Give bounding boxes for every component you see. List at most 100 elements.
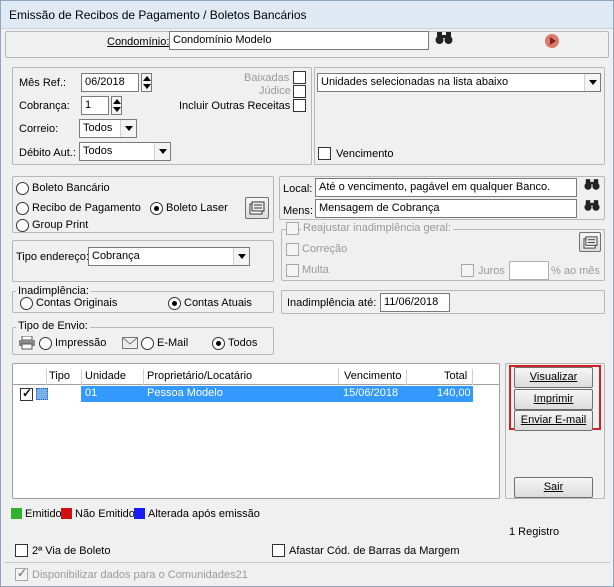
endereco-label: Tipo endereço: (16, 251, 89, 263)
mes-ref-spinner[interactable] (141, 73, 152, 92)
disponibilizar-checkbox[interactable] (15, 566, 28, 581)
grid-header: Tipo Unidade Proprietário/Locatário Venc… (13, 369, 499, 385)
segunda-via-label: 2ª Via de Boleto (32, 545, 111, 557)
local-search-button[interactable] (581, 178, 603, 198)
main-window: Emissão de Recibos de Pagamento / Boleto… (0, 0, 614, 587)
title-bar: Emissão de Recibos de Pagamento / Boleto… (1, 1, 613, 29)
impressao-radio[interactable] (39, 337, 52, 350)
cell-proprietario: Pessoa Modelo (147, 387, 223, 399)
row-checkbox[interactable] (20, 386, 33, 401)
imprimir-label: Imprimir (533, 393, 574, 405)
baixadas-label: Baixadas (244, 72, 290, 84)
imprimir-button[interactable]: Imprimir (514, 389, 593, 410)
endereco-value: Cobrança (92, 250, 140, 262)
todos-radio[interactable] (212, 337, 225, 350)
reajuste-settings-button[interactable] (579, 232, 601, 252)
local-label: Local: (283, 183, 313, 195)
afastar-label: Afastar Cód. de Barras da Margem (289, 545, 460, 557)
unidades-value: Unidades selecionadas na lista abaixo (321, 76, 509, 88)
header-tipo[interactable]: Tipo (49, 370, 70, 382)
segunda-via-checkbox[interactable] (15, 544, 28, 557)
contas-atuais-radio[interactable] (168, 297, 181, 310)
doc-settings-button[interactable] (245, 197, 269, 219)
sair-button[interactable]: Sair (514, 477, 593, 498)
table-row[interactable]: 01 Pessoa Modelo 15/06/2018 140,00 (81, 386, 473, 402)
inadimplencia-ate-label: Inadimplência até: (287, 297, 377, 309)
vencimento-label: Vencimento (336, 148, 394, 160)
debito-label: Débito Aut.: (19, 147, 76, 159)
visualizar-label: Visualizar (529, 371, 578, 383)
outras-receitas-label: Incluir Outras Receitas (179, 100, 291, 112)
recibo-pagamento-radio[interactable] (16, 202, 29, 215)
condominio-label: Condomínio: (107, 36, 170, 48)
sair-label: Sair (543, 481, 564, 493)
correio-select[interactable]: Todos (79, 119, 137, 138)
inadimplencia-ate-input[interactable]: 11/06/2018 (380, 293, 450, 312)
email-radio[interactable] (141, 337, 154, 350)
debito-select[interactable]: Todos (79, 142, 171, 161)
window-title: Emissão de Recibos de Pagamento / Boleto… (9, 8, 307, 22)
impressao-label: Impressão (55, 337, 107, 349)
mensagem-search-button[interactable] (581, 199, 603, 219)
debito-value: Todos (83, 145, 113, 157)
condominio-input[interactable]: Condomínio Modelo (169, 31, 429, 50)
printer-icon (19, 336, 35, 350)
correio-label: Correio: (19, 123, 59, 135)
email-label: E-Mail (157, 337, 189, 349)
local-input[interactable]: Até o vencimento, pagável em qualquer Ba… (315, 178, 577, 197)
cobranca-label: Cobrança: (19, 100, 70, 112)
settings-icon (249, 201, 265, 215)
header-vencimento[interactable]: Vencimento (344, 370, 401, 382)
multa-checkbox[interactable] (286, 264, 299, 277)
condominio-search-button[interactable] (433, 31, 455, 51)
boleto-bancario-radio[interactable] (16, 182, 29, 195)
reajuste-checkbox[interactable] (286, 222, 299, 235)
mensagem-input[interactable]: Mensagem de Cobrança (315, 199, 577, 218)
correcao-checkbox[interactable] (286, 243, 299, 256)
emitido-label: Emitido (25, 508, 62, 520)
judice-checkbox[interactable] (293, 85, 306, 98)
juros-label: Juros (478, 265, 505, 277)
multa-label: Multa (302, 264, 329, 276)
header-proprietario[interactable]: Proprietário/Locatário (147, 370, 252, 382)
afastar-checkbox[interactable] (272, 544, 285, 557)
recibo-pagamento-label: Recibo de Pagamento (32, 202, 141, 214)
cell-total: 140,00 (437, 387, 471, 399)
judice-label: Júdice (259, 85, 291, 97)
contas-atuais-label: Contas Atuais (184, 297, 252, 309)
mes-ref-label: Mês Ref.: (19, 77, 67, 89)
disponibilizar-label: Disponibilizar dados para o Comunidades2… (32, 569, 248, 581)
boleto-bancario-label: Boleto Bancário (32, 182, 110, 194)
enviar-email-button[interactable]: Enviar E-mail (514, 410, 593, 431)
tipo-icon (36, 388, 48, 400)
header-total[interactable]: Total (444, 370, 467, 382)
contas-originais-label: Contas Originais (36, 297, 118, 309)
header-unidade[interactable]: Unidade (85, 370, 126, 382)
endereco-select[interactable]: Cobrança (88, 247, 250, 266)
binoculars-icon (584, 200, 600, 211)
baixadas-checkbox[interactable] (293, 71, 306, 84)
boleto-laser-radio[interactable] (150, 202, 163, 215)
play-icon[interactable] (545, 34, 559, 48)
emitido-swatch (11, 508, 22, 519)
todos-label: Todos (228, 337, 258, 349)
settings-icon (583, 236, 597, 249)
juros-unit-label: % ao mês (551, 265, 600, 277)
unidades-select[interactable]: Unidades selecionadas na lista abaixo (317, 73, 601, 92)
units-grid: Tipo Unidade Proprietário/Locatário Venc… (12, 363, 500, 499)
juros-checkbox[interactable] (461, 264, 474, 277)
cobranca-spinner[interactable] (111, 96, 122, 115)
binoculars-icon (435, 32, 453, 44)
vencimento-checkbox[interactable] (318, 147, 331, 160)
group-print-radio[interactable] (16, 219, 29, 232)
cobranca-input[interactable]: 1 (81, 96, 109, 115)
juros-input[interactable] (509, 261, 549, 280)
contas-originais-radio[interactable] (20, 297, 33, 310)
nao-emitido-swatch (61, 508, 72, 519)
outras-receitas-checkbox[interactable] (293, 99, 306, 112)
envio-title: Tipo de Envio: (16, 320, 90, 332)
mes-ref-input[interactable]: 06/2018 (81, 73, 139, 92)
visualizar-button[interactable]: Visualizar (514, 367, 593, 388)
binoculars-icon (584, 179, 600, 190)
registro-count: 1 Registro (509, 526, 560, 538)
